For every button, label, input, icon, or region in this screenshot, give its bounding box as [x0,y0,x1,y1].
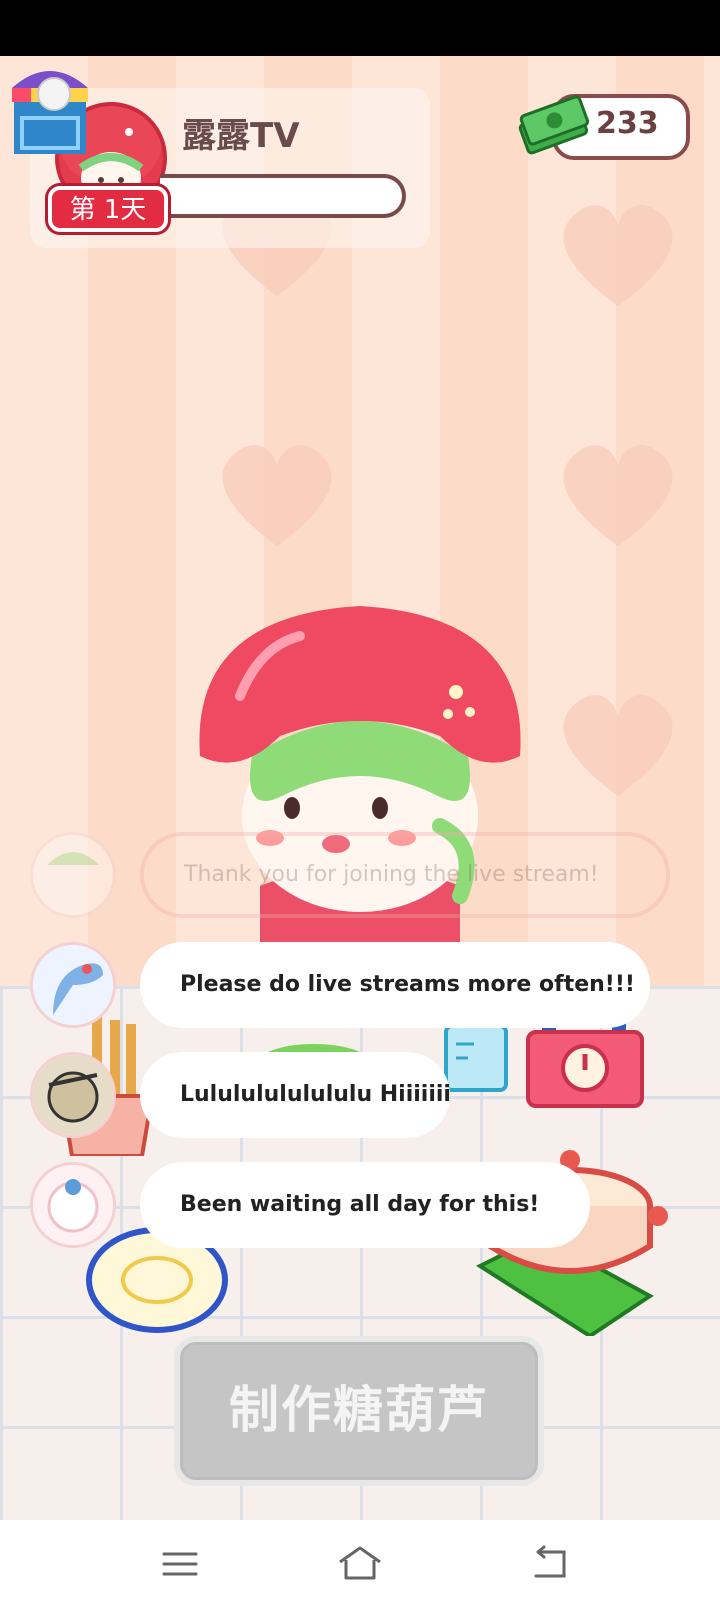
chat-message: Thank you for joining the live stream! [30,832,670,918]
heart-decoration [553,436,683,556]
money-icon [516,92,592,164]
day-progress-bar [160,174,406,218]
game-stage: 第 1天 露露TV 233 Thank you for joining the … [0,56,720,1520]
chat-bubble: Thank you for joining the live stream! [140,832,670,918]
shop-icon[interactable] [8,58,92,156]
system-nav-bar [0,1520,720,1606]
chat-avatar [30,1052,116,1138]
coin-value: 233 [596,106,659,141]
status-bar [0,0,720,56]
heart-decoration [553,686,683,806]
chat-bubble: Lulululululululu Hiiiiiii [140,1052,451,1138]
chat-bubble: Please do live streams more often!!! [140,942,650,1028]
channel-name: 露露TV [182,116,300,156]
chat-avatar [30,1162,116,1248]
home-icon[interactable] [336,1542,381,1586]
make-button-label: 制作糖葫芦 [229,1381,489,1439]
chat-avatar [30,832,116,918]
back-icon[interactable] [528,1542,572,1586]
heart-decoration [212,436,342,556]
chat-message: Please do live streams more often!!! [30,942,670,1028]
menu-icon[interactable] [158,1542,202,1586]
make-candied-haws-button[interactable]: 制作糖葫芦 [174,1336,544,1486]
chat-avatar [30,942,116,1028]
chat-message: Lulululululululu Hiiiiiii [30,1052,670,1138]
day-badge: 第 1天 [48,186,168,232]
chat-message: Been waiting all day for this! [30,1162,670,1248]
chat-bubble: Been waiting all day for this! [140,1162,590,1248]
heart-decoration [553,196,683,316]
